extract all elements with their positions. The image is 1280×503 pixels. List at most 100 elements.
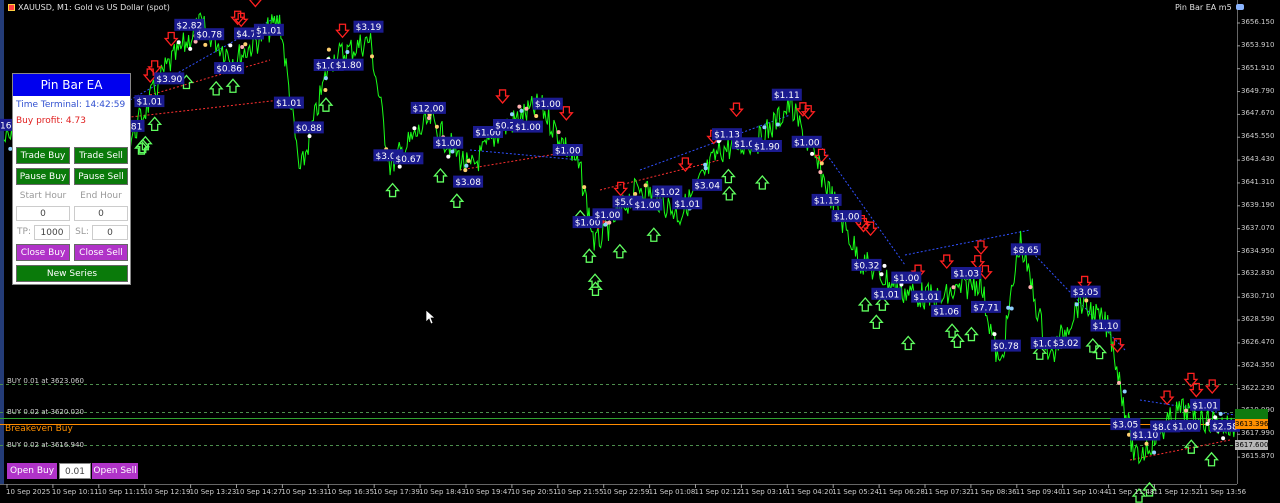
trade-sell-button[interactable]: Trade Sell (74, 147, 128, 164)
trade-marker (703, 162, 708, 167)
trade-marker (510, 112, 514, 117)
start-hour-label: Start Hour (19, 191, 67, 201)
new-series-button[interactable]: New Series (16, 265, 128, 282)
trade-marker (412, 126, 417, 131)
open-buy-button[interactable]: Open Buy (7, 463, 57, 479)
trade-marker (607, 220, 612, 225)
time-axis-label: 11 Sep 06:28 (878, 488, 925, 496)
time-terminal-text: Time Terminal: 14:42:59 (16, 100, 126, 110)
trade-marker (228, 43, 233, 48)
profit-label: $1.00 (515, 123, 541, 133)
sl-input[interactable]: 0 (92, 225, 128, 240)
time-axis-label: 11 Sep 07:32 (924, 488, 971, 496)
time-axis-label: 10 Sep 14:27 (235, 488, 283, 496)
trade-marker (819, 161, 824, 166)
profit-label: $0.86 (216, 65, 242, 75)
trade-marker (519, 108, 524, 113)
pause-buy-button[interactable]: Pause Buy (16, 168, 70, 185)
trade-marker (524, 106, 529, 111)
trade-marker (951, 285, 956, 290)
price-axis-label: 3632.830 (1241, 269, 1275, 278)
trade-marker (517, 104, 522, 109)
time-axis-label: 10 Sep 17:39 (373, 488, 420, 496)
profit-label: $1.90 (754, 143, 780, 153)
price-axis-label: 3651.910 (1241, 63, 1275, 72)
price-axis-label: 3622.230 (1241, 383, 1275, 392)
lot-size-input[interactable]: 0.01 (59, 463, 91, 479)
profit-label: $1.01 (137, 98, 163, 108)
time-axis-label: 11 Sep 03:16 (740, 488, 788, 496)
trade-marker (603, 222, 608, 227)
pause-sell-button[interactable]: Pause Sell (74, 168, 128, 185)
close-buy-button[interactable]: Close Buy (16, 244, 70, 261)
trade-marker (582, 185, 587, 190)
profit-label: $1.01 (913, 293, 939, 303)
price-axis-label: 3615.870 (1241, 452, 1275, 461)
trade-marker (879, 272, 884, 277)
time-axis-label: 11 Sep 08:36 (969, 488, 1017, 496)
profit-label: $1.00 (635, 201, 661, 211)
price-axis-label: 3637.070 (1241, 223, 1275, 232)
profit-label: $1.00 (794, 138, 820, 148)
trade-marker (1144, 441, 1149, 446)
trade-marker (1152, 450, 1157, 455)
trade-marker (643, 183, 648, 188)
price-axis-label: 3617.990 (1241, 429, 1275, 438)
open-sell-button[interactable]: Open Sell (92, 463, 138, 479)
profit-label: $7.71 (973, 303, 999, 313)
time-axis-label: 10 Sep 13:23 (189, 488, 237, 496)
trade-marker (1009, 306, 1014, 311)
trade-marker (703, 166, 708, 171)
trade-marker (323, 88, 328, 92)
trade-marker (1028, 285, 1033, 290)
left-scale-bar (0, 0, 4, 484)
time-axis-label: 10 Sep 15:31 (281, 488, 329, 496)
sl-label: SL: (75, 227, 89, 237)
trade-marker (464, 163, 469, 168)
close-sell-button[interactable]: Close Sell (74, 244, 128, 261)
trade-marker (1006, 305, 1011, 310)
end-hour-input[interactable]: 0 (74, 206, 128, 221)
tp-input[interactable]: 1000 (34, 225, 70, 240)
time-axis-label: 11 Sep 05:24 (832, 488, 879, 496)
trade-marker (427, 116, 431, 120)
time-axis-label: 11 Sep 11:48 (1107, 488, 1155, 496)
profit-label: $1.01 (674, 200, 700, 210)
ea-name-label: Pin Bar EA m5 (1175, 3, 1245, 12)
trade-marker (243, 42, 248, 47)
buy-line-2-label: BUY 0.02 at 3620.020 (7, 408, 84, 416)
price-axis-label: 3653.910 (1241, 40, 1275, 49)
trade-marker (345, 50, 350, 54)
trade-marker (992, 332, 997, 337)
profit-label: $3.90 (156, 75, 182, 85)
start-hour-input[interactable]: 0 (16, 206, 70, 221)
trade-marker (1074, 302, 1079, 307)
trade-marker (307, 134, 312, 139)
breakeven-label: Breakeven Buy (5, 424, 73, 434)
time-axis-label: 10 Sep 19:47 (465, 488, 512, 496)
trade-marker (1117, 380, 1121, 385)
profit-label: $1.11 (774, 91, 800, 101)
current-sell-price-tag: 3613.396 (1235, 419, 1269, 429)
profit-label: $3.19 (356, 23, 382, 33)
profit-label: $1.02 (654, 188, 680, 198)
trade-marker (1122, 389, 1127, 394)
price-axis-label: 3624.350 (1241, 360, 1275, 369)
trade-marker (1213, 415, 1218, 420)
price-axis-label: 3634.950 (1241, 246, 1275, 255)
profit-label: $1.00 (595, 211, 621, 221)
trade-marker (882, 263, 887, 268)
trade-buy-button[interactable]: Trade Buy (16, 147, 70, 164)
time-axis-label: 10 Sep 2025 (6, 488, 51, 496)
profit-label: $8.65 (1013, 246, 1039, 256)
trade-marker (466, 158, 471, 163)
price-axis-label: 3647.670 (1241, 109, 1275, 118)
price-chart[interactable]: $16.98$3.04$2.89$1.61$0.98$1.61$0.81$1.0… (0, 0, 1280, 503)
trade-marker (1221, 436, 1226, 441)
buy-line-3-label: BUY 0.02 at 3616.940 (7, 441, 84, 449)
panel-title[interactable]: Pin Bar EA (13, 74, 130, 96)
end-hour-label: End Hour (80, 191, 122, 201)
price-axis-label: 3639.190 (1241, 200, 1275, 209)
profit-label: $3.04 (694, 181, 720, 191)
trade-marker (633, 192, 638, 196)
